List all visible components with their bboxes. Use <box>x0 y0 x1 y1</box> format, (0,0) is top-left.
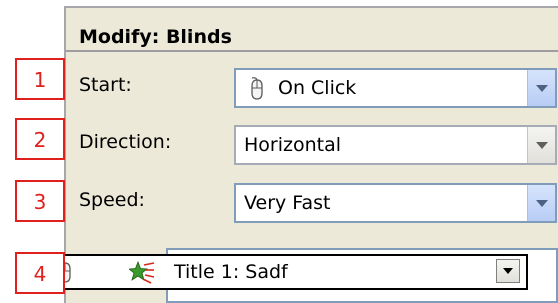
pane-title: Modify: Blinds <box>66 22 558 52</box>
speed-dropdown[interactable]: Very Fast <box>234 183 557 223</box>
marker-2: 2 <box>15 118 65 160</box>
start-label: Start: <box>79 74 132 96</box>
start-dropdown[interactable]: On Click <box>234 68 557 108</box>
direction-dropdown-button[interactable] <box>527 127 555 163</box>
animation-item-dropdown-button[interactable] <box>496 259 520 283</box>
speed-dropdown-button[interactable] <box>527 185 555 221</box>
marker-1: 1 <box>15 58 65 100</box>
direction-value: Horizontal <box>244 134 342 156</box>
chevron-down-icon <box>503 268 513 274</box>
chevron-down-icon <box>535 141 548 149</box>
direction-dropdown[interactable]: Horizontal <box>234 125 557 165</box>
animation-list-item[interactable]: 1 Title 1: Sadf <box>22 254 528 290</box>
chevron-down-icon <box>535 199 548 207</box>
start-dropdown-button[interactable] <box>527 70 555 106</box>
start-value: On Click <box>278 77 357 99</box>
speed-value: Very Fast <box>244 192 331 214</box>
entrance-star-icon <box>129 260 155 284</box>
chevron-down-icon <box>535 84 548 92</box>
animation-title: Title 1: Sadf <box>174 261 288 283</box>
marker-4: 4 <box>15 252 65 294</box>
mouse-icon <box>251 77 263 100</box>
direction-label: Direction: <box>79 131 172 153</box>
marker-3: 3 <box>15 180 65 222</box>
speed-label: Speed: <box>79 189 145 211</box>
